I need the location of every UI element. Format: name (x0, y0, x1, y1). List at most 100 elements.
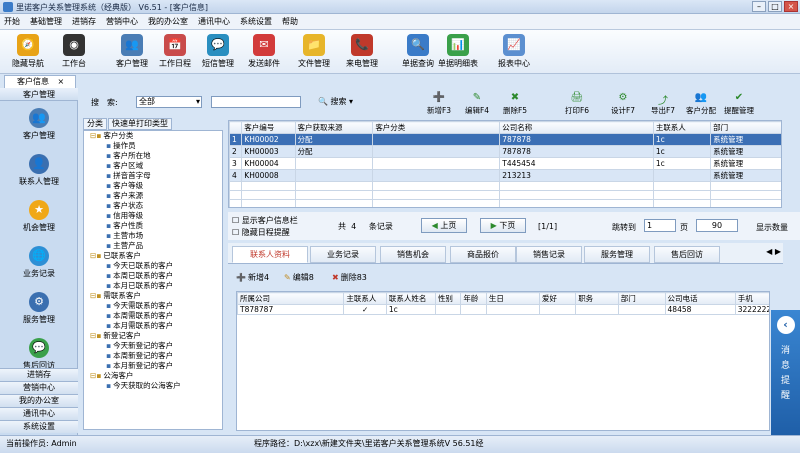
grid-cell[interactable]: 系统管理 (710, 169, 781, 182)
action-button-5[interactable]: ⤴ 导出F7 (644, 92, 682, 116)
contact-cell[interactable]: 1c (385, 304, 436, 315)
grid-cell[interactable]: 1c (652, 133, 712, 146)
tree-node[interactable]: ▪ 客户状态 (84, 201, 222, 211)
contact-column-header[interactable]: 所属公司 (237, 292, 345, 305)
grid-column-header[interactable]: 公司名称 (499, 121, 654, 134)
tab-scroll-arrows[interactable]: ◀ ▶ (766, 247, 781, 256)
next-page-button[interactable]: ▶ 下页 (480, 218, 526, 233)
toolbar-folder-button[interactable]: 📁 文件管理 (292, 34, 336, 69)
nav-service[interactable]: ⚙ 服务管理 (0, 292, 78, 325)
grid-cell[interactable] (372, 145, 501, 158)
close-icon[interactable]: × (784, 1, 798, 12)
tree-node[interactable]: ▪ 本周新登记的客户 (84, 351, 222, 361)
contact-column-header[interactable]: 部门 (617, 292, 666, 305)
grid-cell[interactable] (372, 157, 501, 170)
tree-node[interactable]: ⊟▪ 客户分类 (84, 131, 222, 141)
contact-cell[interactable] (434, 304, 462, 315)
grid-cell[interactable]: 系统管理 (710, 133, 781, 146)
tab-detail-1[interactable]: 业务记录 (310, 246, 376, 263)
menu-inventory[interactable]: 进销存 (72, 16, 96, 27)
toolbar-barchart-button[interactable]: 📊 单据明细表 (436, 34, 480, 69)
table-row[interactable]: 4 KH00008 213213 系统管理 (229, 169, 781, 182)
hide-schedule-checkbox[interactable]: ☐ 隐藏日程提醒 (232, 227, 290, 238)
contact-action-0[interactable]: ➕ 新增4 (236, 272, 269, 283)
nav-chat[interactable]: 💬 售后回访 (0, 338, 78, 371)
grid-cell[interactable]: KH00002 (241, 133, 296, 146)
tree-node[interactable]: ▪ 本周需联系的客户 (84, 311, 222, 321)
grid-cell[interactable]: KH00004 (241, 157, 296, 170)
tree-node[interactable]: ▪ 今天已联系的客户 (84, 261, 222, 271)
page-size-input[interactable]: 90 (696, 219, 738, 232)
minimize-icon[interactable]: – (752, 1, 766, 12)
tree-node[interactable]: ⊟▪ 新登记客户 (84, 331, 222, 341)
grid-cell[interactable]: 787878 (499, 133, 654, 146)
menu-basic[interactable]: 基础管理 (30, 16, 62, 27)
tree-node[interactable]: ▪ 客户区域 (84, 161, 222, 171)
contact-action-2[interactable]: ✖ 删除83 (332, 272, 367, 283)
table-row[interactable]: 2 KH00003 分配 787878 1c 系统管理 (229, 145, 781, 158)
tab-detail-5[interactable]: 服务管理 (584, 246, 650, 263)
tree-node[interactable]: ▪ 本月需联系的客户 (84, 321, 222, 331)
tab-detail-0[interactable]: 联系人资料 (232, 246, 308, 263)
contact-column-header[interactable]: 手机 (734, 292, 769, 305)
nav-section-4[interactable]: 系统设置 (0, 420, 78, 433)
contact-column-header[interactable]: 生日 (485, 292, 541, 305)
table-row[interactable]: T878787✓1c 4845832222222222 (237, 304, 769, 315)
tab-category[interactable]: 分类 (83, 118, 107, 130)
tree-node[interactable]: ▪ 客户性质 (84, 221, 222, 231)
tab-detail-4[interactable]: 销售记录 (516, 246, 582, 263)
contact-column-header[interactable]: 年龄 (460, 292, 487, 305)
action-button-2[interactable]: ✖ 删除F5 (496, 92, 534, 116)
nav-section-0[interactable]: 进销存 (0, 368, 78, 381)
search-input[interactable] (211, 96, 301, 108)
contact-column-header[interactable]: 性别 (434, 292, 462, 305)
toolbar-magnifier-button[interactable]: 🔍 单据查询 (396, 34, 440, 69)
tree-node[interactable]: ▪ 客户来源 (84, 191, 222, 201)
toolbar-compass-button[interactable]: 🧭 隐藏导航 (6, 34, 50, 69)
tab-quick-print[interactable]: 快速单打印类型 (108, 118, 172, 130)
nav-contact[interactable]: 👤 联系人管理 (0, 154, 78, 187)
action-button-4[interactable]: ⚙ 设计F7 (604, 92, 642, 116)
menu-start[interactable]: 开始 (4, 16, 20, 27)
page-number-input[interactable]: 1 (644, 219, 676, 232)
tree-node[interactable]: ▪ 客户所在地 (84, 151, 222, 161)
grid-cell[interactable]: T445454 (499, 157, 654, 170)
tab-detail-3[interactable]: 商品报价 (450, 246, 516, 263)
grid-cell[interactable]: 分配 (294, 145, 374, 158)
toolbar-calendar-button[interactable]: 📅 工作日程 (153, 34, 197, 69)
grid-cell[interactable]: 787878 (499, 145, 654, 158)
contact-cell[interactable]: ✓ (343, 304, 387, 315)
grid-column-header[interactable]: 客户分类 (372, 121, 501, 134)
tree-node[interactable]: ▪ 本月已联系的客户 (84, 281, 222, 291)
contact-column-header[interactable]: 公司电话 (664, 292, 736, 305)
tab-detail-6[interactable]: 售后回访 (654, 246, 720, 263)
tree-node[interactable]: ⊟▪ 公海客户 (84, 371, 222, 381)
tree-node[interactable]: ⊟▪ 已联系客户 (84, 251, 222, 261)
toolbar-phone-button[interactable]: 📞 来电管理 (340, 34, 384, 69)
menu-settings[interactable]: 系统设置 (240, 16, 272, 27)
grid-column-header[interactable]: 主联系人 (652, 121, 712, 134)
nav-section-1[interactable]: 营销中心 (0, 381, 78, 394)
tab-detail-2[interactable]: 销售机会 (380, 246, 446, 263)
grid-cell[interactable]: 分配 (294, 133, 374, 146)
contact-column-header[interactable]: 职务 (575, 292, 619, 305)
grid-cell[interactable]: 1c (652, 145, 712, 158)
message-reminder-panel[interactable]: ‹ 消息提醒 (771, 310, 800, 435)
contact-cell[interactable] (575, 304, 619, 315)
contact-column-header[interactable]: 爱好 (539, 292, 577, 305)
contact-cell[interactable] (485, 304, 541, 315)
grid-cell[interactable]: 213213 (499, 169, 654, 182)
action-button-7[interactable]: ✔ 提醒管理 (720, 92, 758, 116)
tree-node[interactable]: ▪ 信用等级 (84, 211, 222, 221)
grid-cell[interactable] (294, 157, 374, 170)
toolbar-users-button[interactable]: 👥 客户管理 (110, 34, 154, 69)
contact-cell[interactable]: 32222222222 (734, 304, 769, 315)
table-row[interactable]: 1 KH00002 分配 787878 1c 系统管理 (229, 133, 781, 146)
tree-node[interactable]: ▪ 操作员 (84, 141, 222, 151)
grid-cell[interactable]: 系统管理 (710, 145, 781, 158)
tree-node[interactable]: ⊟▪ 需联系客户 (84, 291, 222, 301)
menu-marketing[interactable]: 营销中心 (106, 16, 138, 27)
grid-cell[interactable]: 系统管理 (710, 157, 781, 170)
action-button-3[interactable]: 🖨 打印F6 (558, 92, 596, 116)
tree-node[interactable]: ▪ 今天需联系的客户 (84, 301, 222, 311)
